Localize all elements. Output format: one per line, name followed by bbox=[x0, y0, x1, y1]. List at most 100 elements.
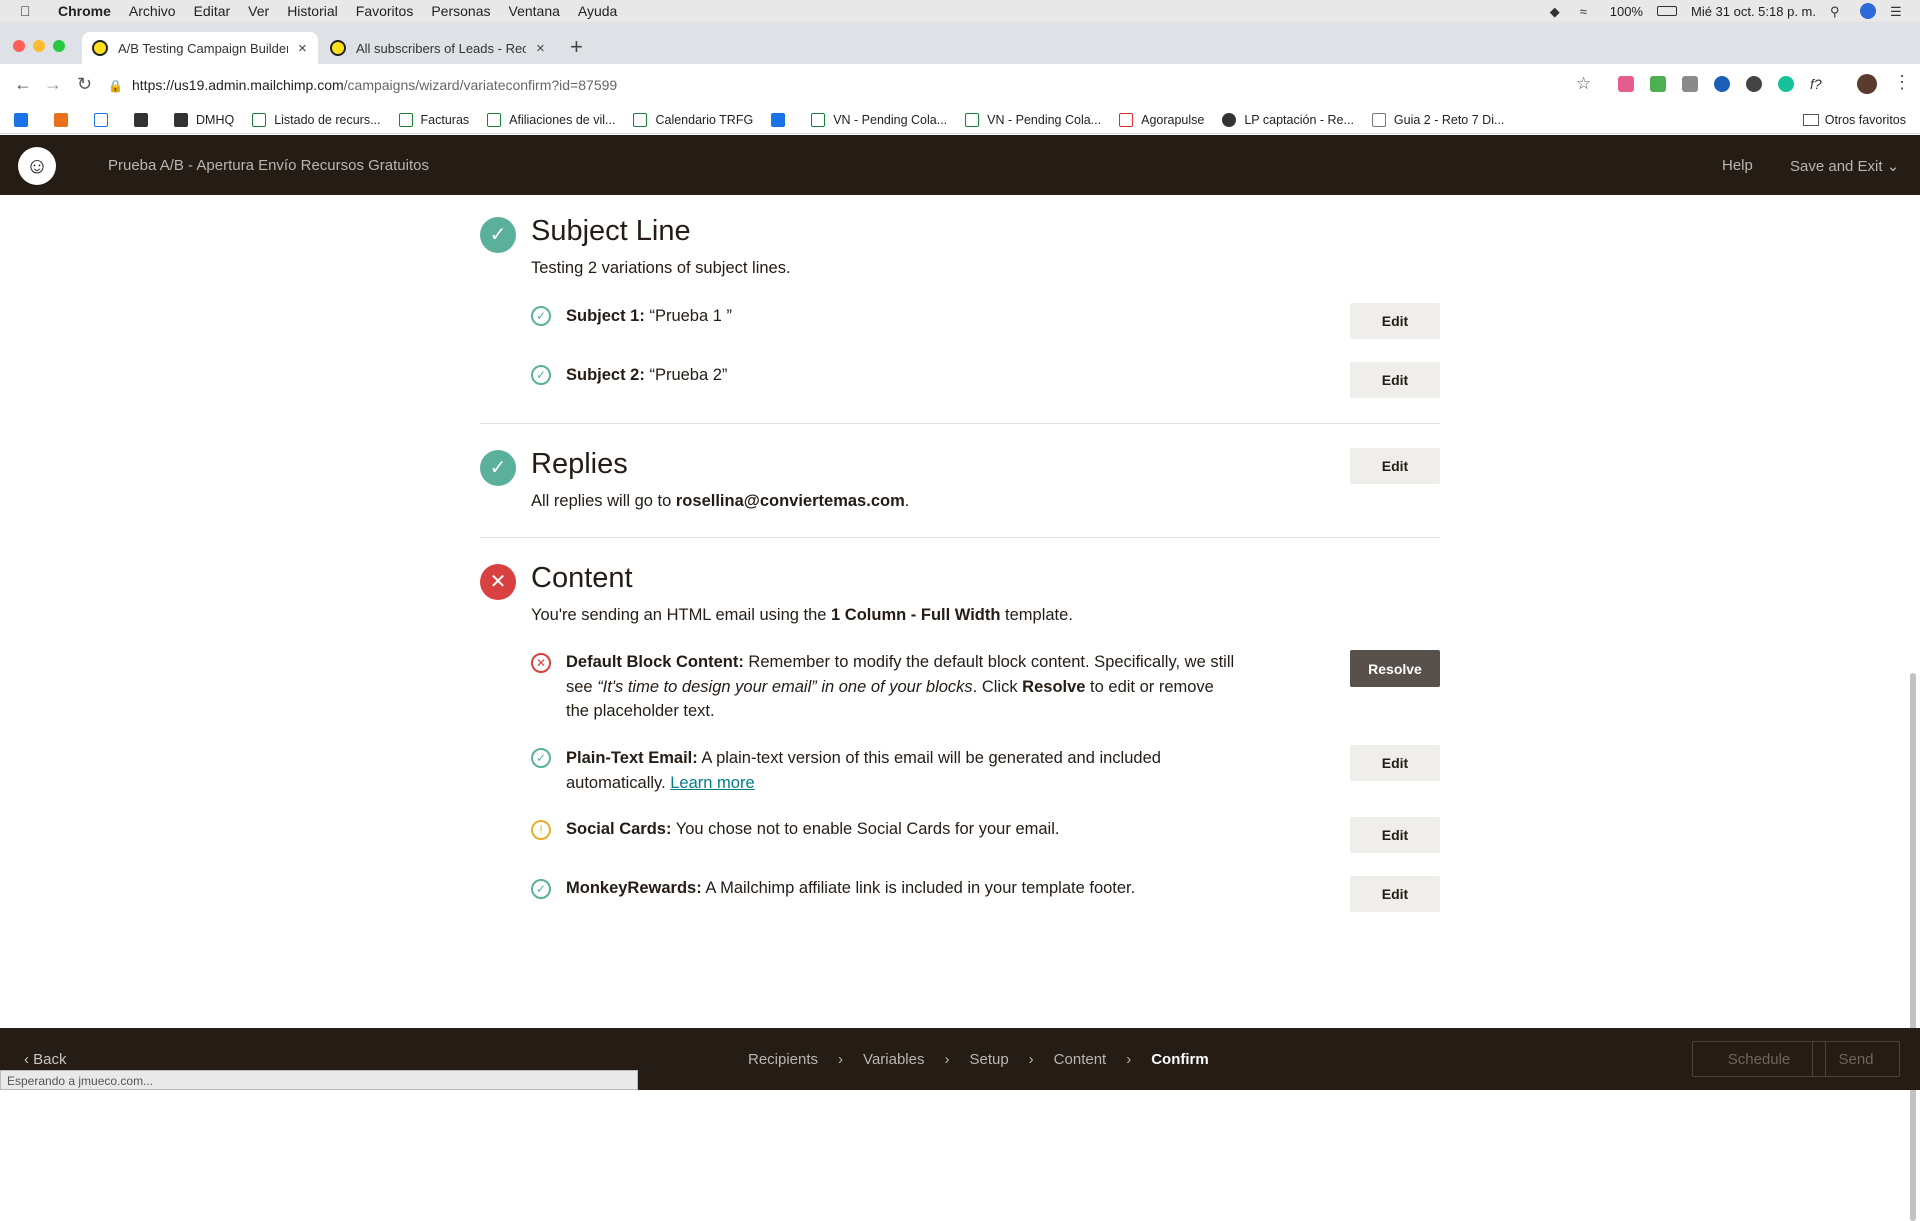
new-tab-button[interactable]: + bbox=[570, 34, 583, 60]
edit-social-cards-button[interactable]: Edit bbox=[1350, 817, 1440, 853]
apple-menu-icon[interactable]:  bbox=[20, 3, 40, 19]
sheets-icon bbox=[398, 112, 413, 127]
extension-1password-icon[interactable] bbox=[1714, 76, 1730, 92]
step-setup[interactable]: Setup bbox=[969, 1051, 1008, 1068]
bookmark-star-icon[interactable]: ☆ bbox=[1576, 74, 1591, 94]
battery-icon[interactable] bbox=[1656, 6, 1677, 16]
wifi-icon[interactable]: ≈ bbox=[1580, 4, 1596, 19]
extension-formula-icon[interactable]: f? bbox=[1810, 76, 1826, 92]
monkeyrewards-body: A Mailchimp affiliate link is included i… bbox=[701, 879, 1136, 897]
edit-plain-text-button[interactable]: Edit bbox=[1350, 745, 1440, 781]
step-content[interactable]: Content bbox=[1054, 1051, 1107, 1068]
tab-all-subscribers[interactable]: All subscribers of Leads - Recu × bbox=[320, 32, 556, 64]
menu-historial[interactable]: Historial bbox=[287, 3, 338, 19]
tab-ab-testing[interactable]: A/B Testing Campaign Builder × bbox=[82, 32, 318, 64]
bookmark-label: Calendario TRFG bbox=[655, 112, 754, 127]
profile-avatar[interactable] bbox=[1857, 74, 1877, 94]
schedule-button[interactable]: Schedule bbox=[1692, 1041, 1826, 1077]
back-button[interactable]: ‹ Back bbox=[24, 1051, 67, 1068]
bookmark-vn-1[interactable]: VN - Pending Cola... bbox=[811, 112, 947, 127]
bookmark-icon-1[interactable] bbox=[14, 112, 36, 127]
minimize-window-button[interactable] bbox=[33, 40, 45, 52]
bookmark-icon-2[interactable] bbox=[54, 112, 76, 127]
extension-code-icon[interactable] bbox=[1682, 76, 1698, 92]
siri-icon[interactable] bbox=[1860, 3, 1876, 19]
default-block-label: Default Block Content: bbox=[566, 653, 744, 671]
menu-archivo[interactable]: Archivo bbox=[129, 3, 176, 19]
bookmark-guia[interactable]: Guia 2 - Reto 7 Di... bbox=[1371, 112, 1504, 127]
address-bar[interactable]: 🔒 https://us19.admin.mailchimp.com/campa… bbox=[108, 70, 1588, 100]
spotlight-search-icon[interactable]: ⚲ bbox=[1830, 4, 1846, 19]
sheets-icon bbox=[252, 112, 267, 127]
dropbox-icon[interactable]: ◆ bbox=[1550, 4, 1566, 19]
chevron-right-icon: › bbox=[944, 1051, 950, 1068]
default-block-text2: . Click bbox=[972, 677, 1023, 696]
default-block-quote: “It's time to design your email” in one … bbox=[597, 677, 973, 696]
close-tab-icon[interactable]: × bbox=[298, 40, 307, 57]
url-path: /campaigns/wizard/variateconfirm?id=8759… bbox=[343, 77, 618, 93]
bookmark-agorapulse[interactable]: Agorapulse bbox=[1119, 112, 1204, 127]
extension-heart-icon[interactable] bbox=[1618, 76, 1634, 92]
resolve-button[interactable]: Resolve bbox=[1350, 650, 1440, 687]
replies-suffix: . bbox=[904, 492, 910, 510]
menu-app-name[interactable]: Chrome bbox=[58, 3, 111, 19]
bookmark-icon-4[interactable] bbox=[134, 112, 156, 127]
edit-subject-1-button[interactable]: Edit bbox=[1350, 303, 1440, 339]
chevron-right-icon: › bbox=[838, 1051, 844, 1068]
other-bookmarks[interactable]: Otros favoritos bbox=[1802, 106, 1906, 134]
menu-favoritos[interactable]: Favoritos bbox=[356, 3, 414, 19]
step-confirm[interactable]: Confirm bbox=[1151, 1051, 1209, 1068]
send-button[interactable]: Send bbox=[1812, 1041, 1900, 1077]
menubar-status-area: ◆ ≈ 100% Mié 31 oct. 5:18 p. m. ⚲ ☰ bbox=[1550, 0, 1906, 22]
monkeyrewards-text: MonkeyRewards: A Mailchimp affiliate lin… bbox=[566, 876, 1236, 901]
chrome-menu-icon[interactable]: ⋮ bbox=[1893, 72, 1911, 93]
reload-icon[interactable]: ↻ bbox=[77, 74, 92, 95]
section-divider bbox=[480, 423, 1440, 424]
warning-outline-icon: ! bbox=[531, 820, 551, 840]
clock[interactable]: Mié 31 oct. 5:18 p. m. bbox=[1691, 4, 1816, 19]
macos-menubar:  Chrome Archivo Editar Ver Historial Fa… bbox=[0, 0, 1920, 22]
edit-subject-2-button[interactable]: Edit bbox=[1350, 362, 1440, 398]
bookmark-icon-3[interactable] bbox=[94, 112, 116, 127]
agorapulse-icon bbox=[1119, 112, 1134, 127]
bookmark-vn-2[interactable]: VN - Pending Cola... bbox=[965, 112, 1101, 127]
menu-editar[interactable]: Editar bbox=[194, 3, 231, 19]
close-tab-icon[interactable]: × bbox=[536, 40, 545, 57]
step-recipients[interactable]: Recipients bbox=[748, 1051, 818, 1068]
notification-center-icon[interactable]: ☰ bbox=[1890, 4, 1906, 19]
menu-ayuda[interactable]: Ayuda bbox=[578, 3, 617, 19]
menu-personas[interactable]: Personas bbox=[431, 3, 490, 19]
bookmark-calendario[interactable]: Calendario TRFG bbox=[633, 112, 754, 127]
bookmark-icon-5[interactable] bbox=[771, 112, 793, 127]
extension-pocket-icon[interactable] bbox=[1746, 76, 1762, 92]
bookmark-favicon-icon bbox=[14, 112, 28, 127]
section-desc-subject: Testing 2 variations of subject lines. bbox=[531, 259, 791, 277]
edit-monkeyrewards-button[interactable]: Edit bbox=[1350, 876, 1440, 912]
help-link[interactable]: Help bbox=[1722, 157, 1753, 174]
extension-color-icon[interactable] bbox=[1650, 76, 1666, 92]
menu-ventana[interactable]: Ventana bbox=[509, 3, 560, 19]
bookmark-afiliaciones[interactable]: Afiliaciones de vil... bbox=[487, 112, 615, 127]
social-cards-label: Social Cards: bbox=[566, 820, 672, 838]
mailchimp-favicon-icon bbox=[92, 40, 108, 56]
zoom-window-button[interactable] bbox=[53, 40, 65, 52]
subject-2-text: Subject 2: “Prueba 2” bbox=[566, 363, 1236, 388]
bookmark-facturas[interactable]: Facturas bbox=[398, 112, 469, 127]
step-variables[interactable]: Variables bbox=[863, 1051, 924, 1068]
edit-replies-button[interactable]: Edit bbox=[1350, 448, 1440, 484]
learn-more-link[interactable]: Learn more bbox=[670, 774, 754, 792]
bookmark-lp-captacion[interactable]: LP captación - Re... bbox=[1222, 112, 1354, 127]
battery-percent: 100% bbox=[1609, 3, 1643, 19]
mailchimp-logo-icon[interactable]: ☺ bbox=[18, 147, 56, 185]
bookmark-listado[interactable]: Listado de recurs... bbox=[252, 112, 381, 127]
section-divider bbox=[480, 537, 1440, 538]
back-arrow-icon[interactable]: ← bbox=[14, 74, 32, 95]
save-and-exit-menu[interactable]: Save and Exit ⌄ bbox=[1790, 157, 1899, 175]
extension-grammarly-icon[interactable] bbox=[1778, 76, 1794, 92]
bookmark-label: LP captación - Re... bbox=[1244, 112, 1354, 127]
page-scrollbar[interactable] bbox=[1910, 673, 1916, 1221]
bookmark-dmhq[interactable]: DMHQ bbox=[174, 112, 234, 127]
forward-arrow-icon[interactable]: → bbox=[44, 74, 62, 95]
close-window-button[interactable] bbox=[13, 40, 25, 52]
menu-ver[interactable]: Ver bbox=[248, 3, 269, 19]
